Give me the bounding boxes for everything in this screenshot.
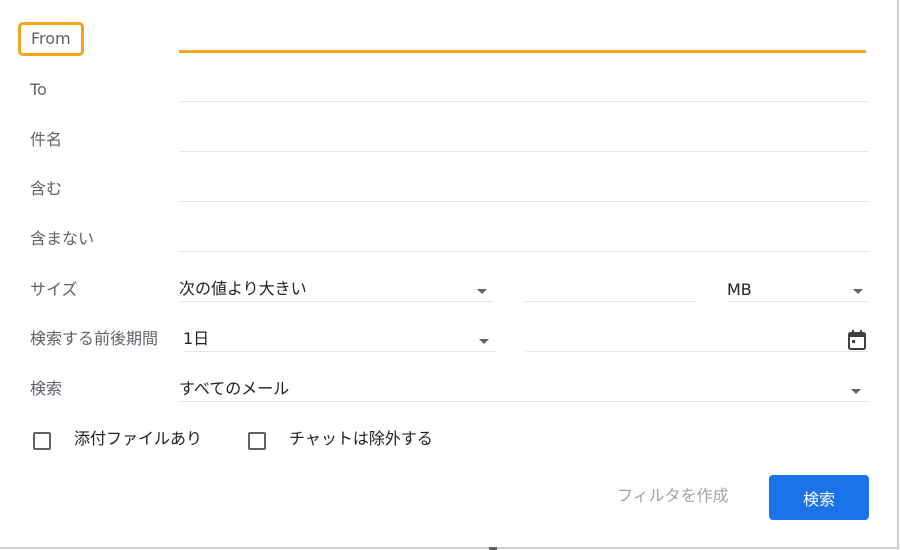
search-in-label: 検索 [30, 379, 63, 398]
subject-label: 件名 [30, 130, 63, 149]
chevron-down-icon [479, 339, 489, 344]
from-input[interactable] [179, 50, 866, 53]
doesnt-have-label: 含まない [30, 229, 95, 248]
size-operator-value: 次の値より大きい [179, 279, 307, 298]
exclude-chats-checkbox[interactable] [248, 432, 266, 450]
has-words-label: 含む [30, 179, 63, 198]
date-range-value: 1日 [183, 329, 210, 348]
subject-input[interactable] [179, 151, 868, 152]
chevron-down-icon [853, 289, 863, 294]
doesnt-have-input[interactable] [179, 251, 868, 252]
has-attachment-checkbox[interactable] [33, 432, 51, 450]
size-unit-underline [727, 301, 868, 302]
date-range-underline [183, 351, 496, 352]
calendar-icon[interactable] [848, 330, 866, 350]
search-in-value: すべてのメール [179, 379, 290, 398]
advanced-search-panel: From To 件名 含む 含まない サイズ 次の値より大きい MB 検索する前… [0, 0, 899, 549]
size-value-input[interactable] [524, 301, 696, 302]
has-attachment-label[interactable]: 添付ファイルあり [74, 429, 202, 449]
date-within-label: 検索する前後期間 [30, 329, 159, 348]
search-button[interactable]: 検索 [769, 475, 869, 520]
exclude-chats-label[interactable]: チャットは除外する [289, 429, 433, 449]
create-filter-button[interactable]: フィルタを作成 [617, 486, 729, 506]
size-label: サイズ [30, 280, 78, 299]
to-input[interactable] [179, 101, 868, 102]
chevron-down-icon [477, 289, 487, 294]
chevron-down-icon [851, 389, 861, 394]
search-button-label: 検索 [802, 489, 835, 509]
size-unit-value: MB [727, 280, 752, 299]
date-input[interactable] [526, 351, 868, 352]
size-operator-underline [179, 301, 494, 302]
has-words-input[interactable] [179, 201, 868, 202]
from-label: From [18, 22, 84, 56]
to-label: To [30, 80, 47, 99]
search-in-underline [179, 401, 868, 402]
